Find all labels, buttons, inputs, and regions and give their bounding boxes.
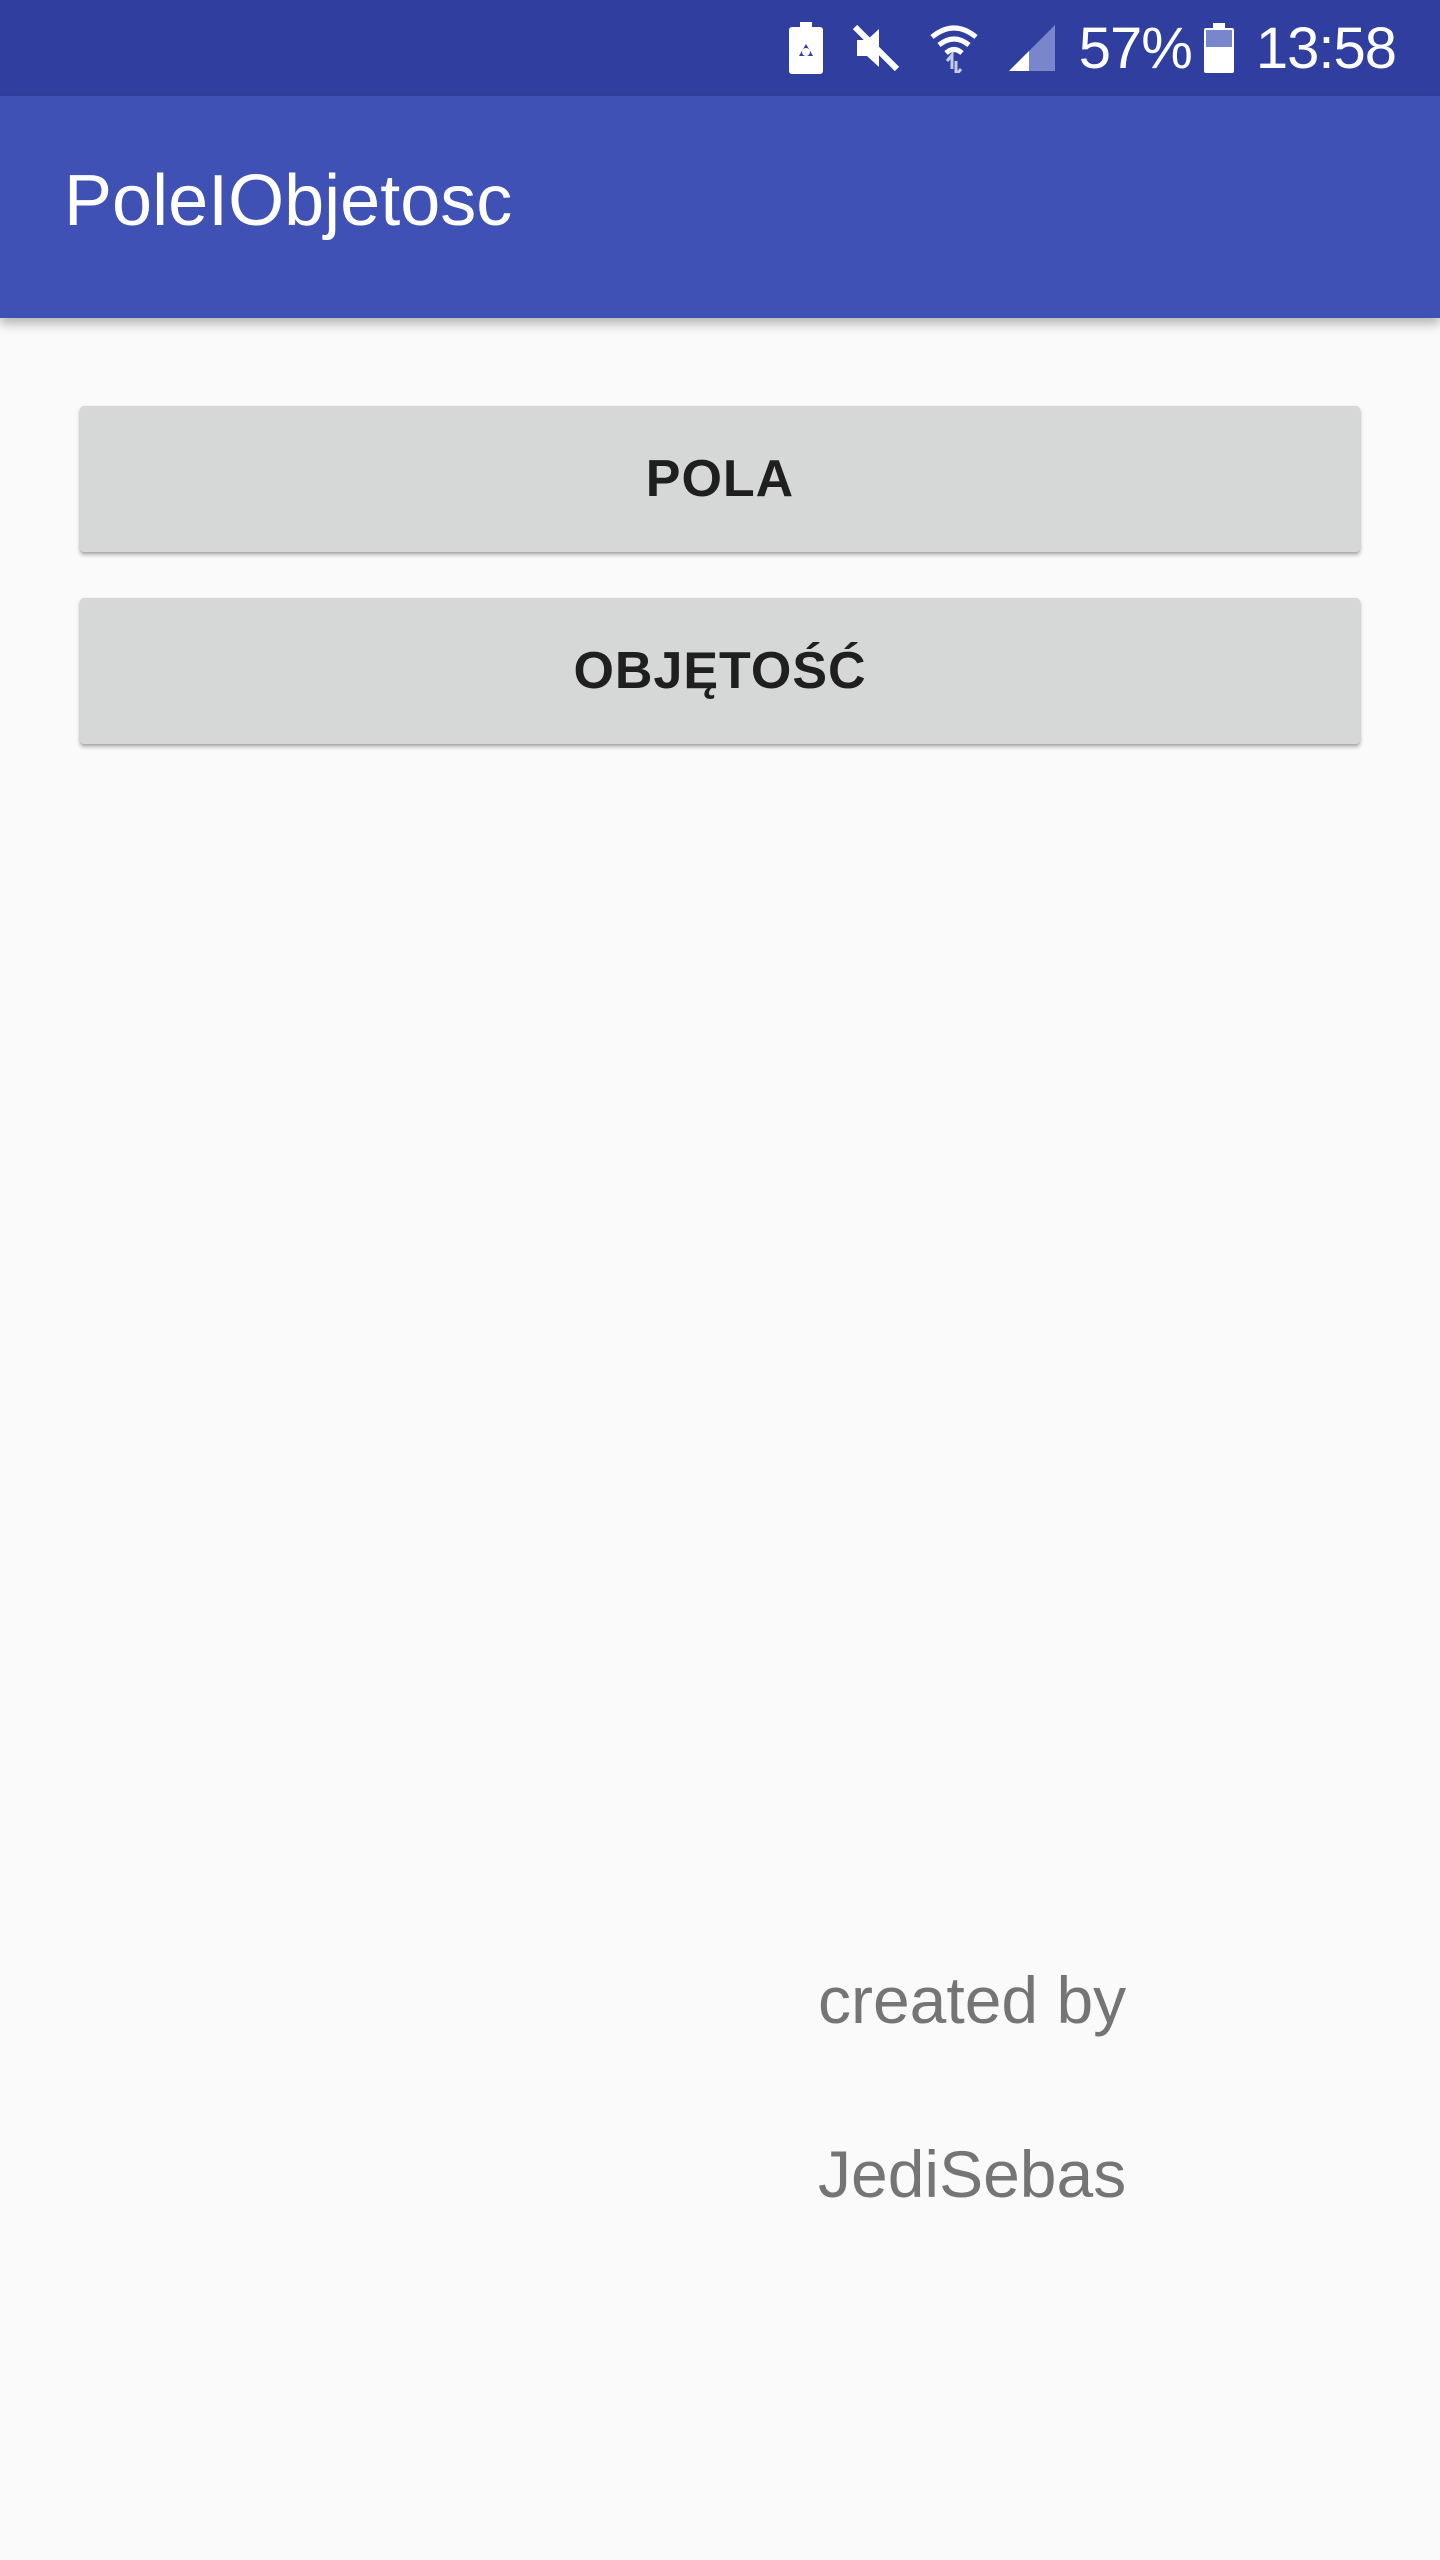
signal-icon	[1007, 23, 1057, 73]
status-bar: 57% 13:58	[0, 0, 1440, 96]
battery-saver-icon	[788, 22, 823, 74]
credit-author: JediSebas	[818, 2137, 1127, 2211]
pola-button[interactable]: POLA	[80, 406, 1360, 552]
app-title: PoleIObjetosc	[64, 161, 513, 241]
battery-icon	[1203, 23, 1234, 73]
status-icons: 57% 13:58	[761, 0, 1397, 96]
credit-created-by: created by	[818, 1963, 1127, 2037]
wifi-icon	[929, 23, 979, 73]
mute-icon	[851, 23, 901, 73]
battery-percent: 57%	[1078, 15, 1193, 81]
app-bar: PoleIObjetosc	[0, 96, 1440, 318]
objetosc-button[interactable]: OBJĘTOŚĆ	[80, 598, 1360, 744]
clock: 13:58	[1255, 15, 1397, 81]
